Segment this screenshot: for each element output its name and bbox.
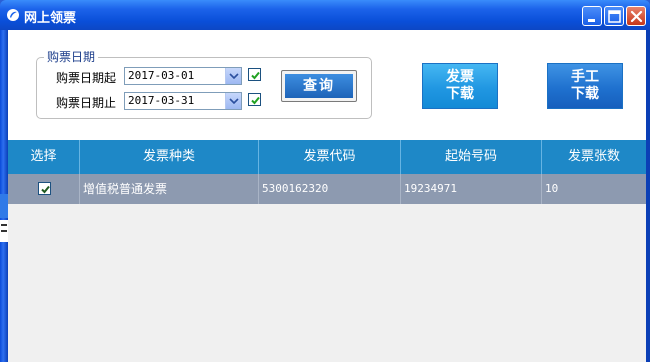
manual-download-label-line1: 手工: [571, 69, 599, 85]
end-date-picker[interactable]: 2017-03-31: [124, 92, 242, 110]
close-icon: [630, 10, 643, 23]
row-invoice-count: 10: [545, 182, 559, 195]
purchase-date-legend: 购票日期: [44, 48, 99, 65]
end-date-value: 2017-03-31: [128, 94, 195, 107]
side-decoration: [0, 194, 8, 242]
column-header-select[interactable]: 选择: [8, 140, 80, 174]
start-date-checkbox[interactable]: [248, 68, 261, 81]
row-invoice-code: 5300162320: [259, 174, 401, 204]
window-right-frame: [646, 30, 650, 362]
table-row[interactable]: 增值税普通发票 5300162320 19234971 10: [8, 174, 646, 204]
row-select-checkbox[interactable]: [38, 182, 51, 195]
checkmark-icon: [41, 185, 50, 194]
minimize-icon: [588, 19, 595, 22]
start-date-picker[interactable]: 2017-03-01: [124, 67, 242, 85]
window-title: 网上领票: [24, 11, 77, 26]
end-date-label: 购票日期止: [56, 96, 117, 110]
app-icon: [7, 9, 19, 21]
manual-download-label-line2: 下载: [571, 86, 599, 102]
column-header-invoice-type[interactable]: 发票种类: [80, 140, 259, 174]
manual-download-button[interactable]: 手工 下载: [547, 63, 623, 109]
chevron-down-icon: [229, 98, 239, 104]
column-header-invoice-count[interactable]: 发票张数: [542, 140, 646, 174]
end-date-checkbox[interactable]: [248, 93, 261, 106]
minimize-button[interactable]: [582, 6, 602, 26]
main-content: 购票日期 购票日期起 2017-03-01 购票日期止 2017-03-31 查…: [8, 30, 646, 362]
query-button[interactable]: 查询: [281, 70, 357, 102]
maximize-icon: [608, 10, 621, 23]
end-date-dropdown-button[interactable]: [225, 93, 241, 109]
start-date-label: 购票日期起: [56, 71, 117, 85]
row-invoice-type: 增值税普通发票: [80, 174, 259, 204]
row-select-cell[interactable]: [8, 174, 80, 204]
checkmark-icon: [251, 96, 260, 105]
start-date-dropdown-button[interactable]: [225, 68, 241, 84]
invoice-download-label-line2: 下载: [446, 86, 474, 102]
table-empty-area: [8, 204, 646, 362]
title-bar[interactable]: 网上领票: [0, 0, 650, 30]
start-date-value: 2017-03-01: [128, 69, 195, 82]
invoice-download-button[interactable]: 发票 下载: [422, 63, 498, 109]
maximize-button[interactable]: [604, 6, 624, 26]
checkmark-icon: [251, 71, 260, 80]
close-button[interactable]: [626, 6, 646, 26]
column-header-start-number[interactable]: 起始号码: [401, 140, 542, 174]
row-start-number: 19234971: [401, 174, 542, 204]
invoice-download-label-line1: 发票: [446, 69, 474, 85]
table-header: 选择 发票种类 发票代码 起始号码 发票张数: [8, 140, 646, 174]
app-window: 网上领票 购票日期 购票日期起 2017-03-01 购票日期止 2017-03…: [0, 0, 650, 362]
query-button-label: 查询: [285, 74, 353, 98]
column-header-invoice-code[interactable]: 发票代码: [259, 140, 401, 174]
chevron-down-icon: [229, 73, 239, 79]
